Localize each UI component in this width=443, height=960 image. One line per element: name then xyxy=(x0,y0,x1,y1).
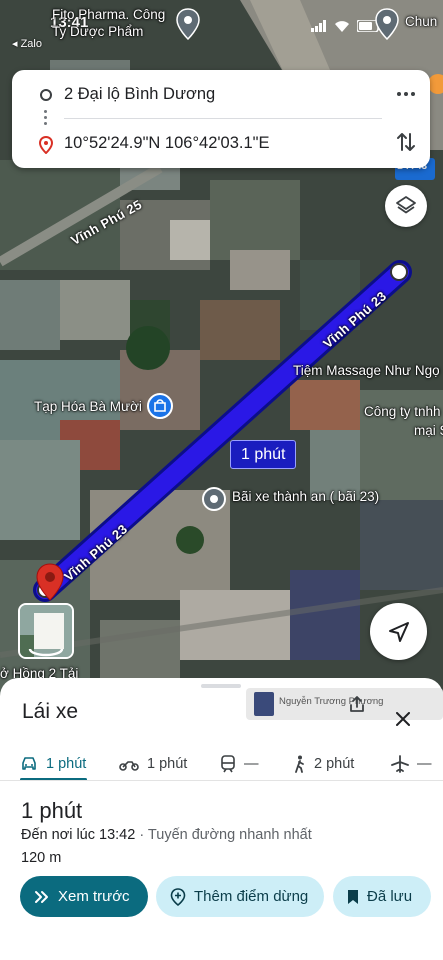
share-icon[interactable] xyxy=(348,695,366,713)
destination-pin-small-icon xyxy=(39,136,53,154)
shared-user-strip: Nguyễn Trương Phương xyxy=(246,688,443,726)
parking-marker-icon[interactable] xyxy=(201,486,227,512)
bookmark-icon xyxy=(348,889,358,904)
motorbike-icon xyxy=(119,761,139,771)
navigation-arrow-icon xyxy=(388,621,409,642)
saved-button-label: Đã lưu xyxy=(367,888,413,905)
layers-button[interactable] xyxy=(385,185,427,227)
tab-drive-label: 1 phút xyxy=(46,756,87,772)
tab-flight[interactable]: — xyxy=(391,748,432,780)
plane-icon xyxy=(391,755,409,773)
tab-flight-label: — xyxy=(417,756,432,772)
my-location-button[interactable] xyxy=(370,603,427,660)
street-view-thumbnail[interactable] xyxy=(18,603,74,659)
preview-button[interactable]: Xem trước xyxy=(20,876,148,917)
grocery-marker-icon[interactable] xyxy=(146,392,174,420)
origin-circle-icon xyxy=(40,89,52,101)
tab-motorbike[interactable]: 1 phút xyxy=(119,748,187,780)
signal-icon xyxy=(311,20,326,32)
directions-sheet: Lái xe Nguyễn Trương Phương 1 phút 1 phú… xyxy=(0,678,443,960)
add-stop-button[interactable]: Thêm điểm dừng xyxy=(156,876,324,917)
poi-parking[interactable]: Bãi xe thành an ( bãi 23) xyxy=(232,489,379,504)
destination-field[interactable]: 10°52'24.9"N 106°42'03.1"E xyxy=(64,134,270,153)
poi-company-2[interactable]: mại S xyxy=(414,423,443,438)
transit-icon xyxy=(221,755,235,773)
more-horiz-icon xyxy=(397,92,415,96)
tab-transit[interactable]: — xyxy=(220,748,259,780)
travel-mode-tabs: 1 phút 1 phút — 2 phút — xyxy=(0,748,443,781)
walk-icon xyxy=(295,755,304,773)
trip-duration: 1 phút xyxy=(21,798,83,823)
back-to-zalo[interactable]: ◂ Zalo xyxy=(12,37,42,50)
sheet-grabber[interactable] xyxy=(201,684,241,688)
route-duration-chip[interactable]: 1 phút xyxy=(230,440,297,469)
tab-motorbike-label: 1 phút xyxy=(147,756,188,772)
more-options-button[interactable] xyxy=(394,82,418,106)
double-chevron-right-icon xyxy=(35,890,48,903)
street-view-image xyxy=(20,605,72,657)
swap-icon[interactable] xyxy=(394,130,418,154)
chun-marker-icon[interactable] xyxy=(374,8,400,40)
poi-massage[interactable]: Tiệm Massage Như Ngọ xyxy=(293,363,440,378)
avatar xyxy=(254,692,274,716)
fito-pharma-marker-icon[interactable] xyxy=(175,8,201,40)
origin-field[interactable]: 2 Đại lộ Bình Dương xyxy=(64,85,215,104)
destination-pin-icon[interactable] xyxy=(36,563,64,601)
shared-user-name: Nguyễn Trương Phương xyxy=(279,696,384,707)
route-dots-icon xyxy=(44,110,48,128)
car-icon xyxy=(22,757,36,770)
tab-walk-label: 2 phút xyxy=(314,756,355,772)
saved-button[interactable]: Đã lưu xyxy=(333,876,431,917)
preview-button-label: Xem trước xyxy=(58,888,130,905)
tabs-divider xyxy=(0,780,443,781)
trip-distance: 120 m xyxy=(21,850,62,866)
tab-walk[interactable]: 2 phút xyxy=(292,748,354,780)
layers-icon xyxy=(396,196,416,214)
poi-chun[interactable]: Chun xyxy=(405,14,437,29)
status-icons xyxy=(311,20,381,32)
poi-fito-pharma[interactable]: Fito Pharma. Công Ty Dược Phẩm xyxy=(52,6,165,40)
tab-drive[interactable]: 1 phút xyxy=(20,748,86,780)
add-stop-button-label: Thêm điểm dừng xyxy=(194,888,309,905)
poi-grocery[interactable]: Tạp Hóa Bà Mười xyxy=(34,399,142,414)
poi-company[interactable]: Công ty tnhh xyxy=(364,404,441,419)
add-stop-pin-icon xyxy=(170,887,186,906)
map-view[interactable]: 13:41 ◂ Zalo Fito Pharma. Công Ty Dược P… xyxy=(0,0,443,700)
tab-transit-label: — xyxy=(244,756,259,772)
wifi-icon xyxy=(335,21,349,32)
route-card-divider xyxy=(64,118,382,119)
route-note: · Tuyến đường nhanh nhất xyxy=(135,827,312,843)
arrival-info: Đến nơi lúc 13:42 · Tuyến đường nhanh nh… xyxy=(21,827,312,843)
close-icon[interactable] xyxy=(396,712,410,726)
arrival-time: Đến nơi lúc 13:42 xyxy=(21,827,136,843)
route-card: 2 Đại lộ Bình Dương 10°52'24.9"N 106°42'… xyxy=(12,70,430,168)
sheet-title: Lái xe xyxy=(22,700,79,723)
